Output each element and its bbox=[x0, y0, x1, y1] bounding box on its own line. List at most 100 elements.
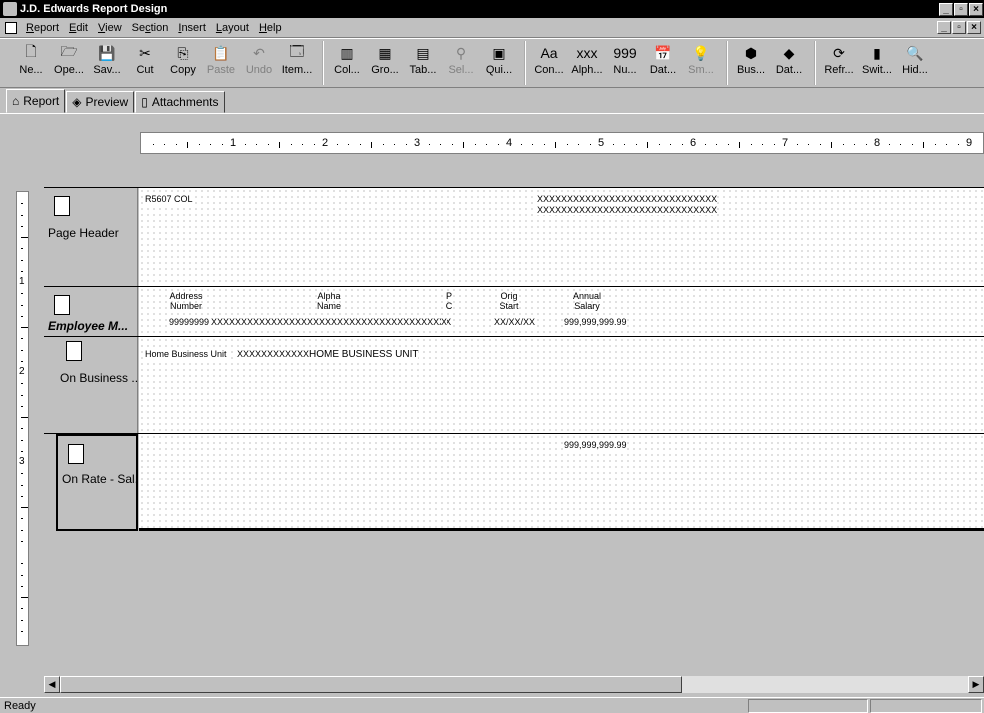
tab-preview[interactable]: ◈ Preview bbox=[66, 91, 135, 113]
selection-button[interactable]: ⚲ Sel... bbox=[442, 41, 480, 85]
cut-button[interactable]: ✂ Cut bbox=[126, 41, 164, 85]
menu-item-report[interactable]: Report bbox=[21, 22, 64, 34]
employee-master-canvas[interactable]: Address Number Alpha Name PC Orig Start Ann… bbox=[139, 287, 984, 336]
page-header-label-panel[interactable]: Page Header bbox=[44, 188, 138, 286]
paste-button[interactable]: 📋 Paste bbox=[202, 41, 240, 85]
toolbar-button-label: Sm... bbox=[688, 64, 714, 76]
business-unit-field[interactable]: XXXXXXXXXXXX bbox=[237, 349, 310, 359]
scroll-left-button[interactable]: ◀ bbox=[44, 676, 60, 693]
ruler-mark bbox=[612, 144, 614, 145]
horizontal-ruler[interactable]: 1 2 3 4 5 6 7 8 9 bbox=[140, 132, 984, 154]
close-button[interactable]: × bbox=[969, 2, 983, 16]
undo-button[interactable]: ↶ Undo bbox=[240, 41, 278, 85]
doc-restore-button[interactable]: ▫ bbox=[952, 21, 966, 34]
home-business-unit-constant[interactable]: Home Business Unit bbox=[145, 349, 227, 359]
columnar-section-button[interactable]: ▥ Col... bbox=[328, 41, 366, 85]
salary-total-field[interactable]: 999,999,999.99 bbox=[564, 440, 627, 450]
toolbar-button-label: Ne... bbox=[19, 64, 43, 76]
document-icon[interactable] bbox=[5, 21, 17, 34]
horizontal-scrollbar[interactable]: ◀ ▶ bbox=[44, 676, 984, 693]
page-header-section[interactable]: Page Header R5607 COL XXXXXXXXXXXXXXXXXX… bbox=[44, 187, 984, 286]
scroll-thumb[interactable] bbox=[60, 676, 682, 693]
ruler-mark bbox=[750, 144, 752, 145]
refresh-button[interactable]: ⟳ Refr... bbox=[820, 41, 858, 85]
item-properties-button[interactable]: 🗔 Item... bbox=[278, 41, 316, 85]
employee-master-section[interactable]: Employee M... Address Number Alpha Name PC… bbox=[44, 286, 984, 336]
toolbar-button-label: Refr... bbox=[824, 64, 854, 76]
on-rate-canvas[interactable]: 999,999,999.99 bbox=[139, 434, 984, 531]
ruler-mark bbox=[21, 293, 23, 295]
tab-report[interactable]: ⌂ Report bbox=[6, 89, 66, 113]
menu-item-section[interactable]: Section bbox=[127, 22, 174, 34]
new-button[interactable]: 🗋 Ne... bbox=[12, 41, 50, 85]
on-business-canvas[interactable]: Home Business Unit XXXXXXXXXXXX HOME BUS… bbox=[139, 337, 984, 433]
on-rate-salary-section[interactable]: On Rate - Sal... 999,999,999.99 bbox=[44, 433, 984, 531]
pc-field[interactable]: X bbox=[441, 317, 448, 327]
ruler-mark bbox=[244, 144, 246, 145]
tabular-section-button[interactable]: ▤ Tab... bbox=[404, 41, 442, 85]
alpha-name-field[interactable]: XXXXXXXXXXXXXXXXXXXXXXXXXXXXXXXXXXXXXXXX bbox=[211, 317, 452, 327]
column-header-orig-start[interactable]: Orig Start bbox=[489, 291, 529, 311]
vertical-ruler[interactable]: 1 2 3 bbox=[16, 191, 29, 646]
column-header-address[interactable]: Address Number bbox=[161, 291, 211, 311]
date-variable-button[interactable]: 📅 Dat... bbox=[644, 41, 682, 85]
doc-close-button[interactable]: × bbox=[967, 21, 981, 34]
on-business-unit-section[interactable]: On Business ... Home Business Unit XXXXX… bbox=[44, 336, 984, 433]
ruler-mark bbox=[486, 144, 487, 145]
ruler-mark bbox=[313, 144, 315, 145]
column-header-annual-salary[interactable]: Annual Salary bbox=[559, 291, 615, 311]
menu-item-view[interactable]: View bbox=[93, 22, 127, 34]
ruler-mark bbox=[21, 619, 23, 621]
toolbar-button-label: Sav... bbox=[93, 64, 121, 76]
constant-button[interactable]: Aa Con... bbox=[530, 41, 568, 85]
ruler-mark bbox=[21, 518, 23, 520]
on-business-label-panel[interactable]: On Business ... bbox=[56, 337, 141, 433]
report-title-field-2[interactable]: XXXXXXXXXXXXXXXXXXXXXXXXXXXXXX bbox=[537, 205, 718, 215]
annual-salary-field[interactable]: 999,999,999.99 bbox=[564, 317, 627, 327]
tab-attachments[interactable]: ▯ Attachments bbox=[135, 91, 225, 113]
quick-section-button[interactable]: ▣ Qui... bbox=[480, 41, 518, 85]
ruler-mark bbox=[796, 144, 798, 145]
minimize-button[interactable]: _ bbox=[939, 2, 953, 16]
group-section-button[interactable]: ▦ Gro... bbox=[366, 41, 404, 85]
scroll-right-button[interactable]: ▶ bbox=[968, 676, 984, 693]
menu-item-insert[interactable]: Insert bbox=[173, 22, 211, 34]
menu-item-help[interactable]: Help bbox=[254, 22, 287, 34]
page-header-canvas[interactable]: R5607 COL XXXXXXXXXXXXXXXXXXXXXXXXXXXXXX… bbox=[139, 188, 984, 286]
orig-start-field[interactable]: XX/XX/XX bbox=[494, 317, 536, 327]
maximize-button[interactable]: ▫ bbox=[954, 2, 968, 16]
ruler-mark bbox=[957, 144, 959, 145]
doc-minimize-button[interactable]: _ bbox=[937, 21, 951, 34]
ruler-mark bbox=[440, 144, 441, 145]
hide-button[interactable]: 🔍 Hid... bbox=[896, 41, 934, 85]
address-number-field[interactable]: 99999999 bbox=[169, 317, 210, 327]
ruler-mark bbox=[934, 144, 936, 145]
group-section-icon: ▦ bbox=[378, 44, 392, 61]
report-id-field[interactable]: R5607 COL bbox=[145, 194, 193, 204]
ruler-mark bbox=[566, 144, 568, 145]
smart-field-button[interactable]: 💡 Sm... bbox=[682, 41, 720, 85]
data-structure-button[interactable]: ◆ Dat... bbox=[770, 41, 808, 85]
copy-button[interactable]: ⎘ Copy bbox=[164, 41, 202, 85]
report-title-field[interactable]: XXXXXXXXXXXXXXXXXXXXXXXXXXXXXX bbox=[537, 194, 718, 204]
menu-item-layout[interactable]: Layout bbox=[211, 22, 254, 34]
business-view-button[interactable]: ⬢ Bus... bbox=[732, 41, 770, 85]
numeric-variable-button[interactable]: 999 Nu... bbox=[606, 41, 644, 85]
open-button[interactable]: 🗁 Ope... bbox=[50, 41, 88, 85]
toolbar-group-3: Aa Con... xxx Alph... 999 Nu... 📅 Dat... 💡 Sm... bbox=[524, 41, 720, 85]
column-header-pc[interactable]: PC bbox=[439, 291, 459, 311]
alpha-variable-button[interactable]: xxx Alph... bbox=[568, 41, 606, 85]
ruler-mark bbox=[647, 142, 648, 148]
business-unit-description-field[interactable]: HOME BUSINESS UNIT bbox=[309, 349, 419, 360]
column-header-alpha-name[interactable]: Alpha Name bbox=[299, 291, 359, 311]
employee-master-label-panel[interactable]: Employee M... bbox=[44, 287, 138, 336]
ruler-mark bbox=[336, 144, 338, 145]
save-button[interactable]: 💾 Sav... bbox=[88, 41, 126, 85]
ruler-mark bbox=[359, 144, 361, 145]
menu-item-edit[interactable]: Edit bbox=[64, 22, 93, 34]
toolbar-group-1: 🗋 Ne... 🗁 Ope... 💾 Sav... ✂ Cut ⎘ Copy 📋 Paste ↶ Undo… bbox=[8, 41, 316, 85]
toolbar-button-label: Qui... bbox=[485, 64, 513, 76]
tabular-section-icon: ▤ bbox=[416, 44, 430, 61]
on-rate-label-panel[interactable]: On Rate - Sal... bbox=[56, 434, 145, 531]
switch-button[interactable]: ▮ Swit... bbox=[858, 41, 896, 85]
